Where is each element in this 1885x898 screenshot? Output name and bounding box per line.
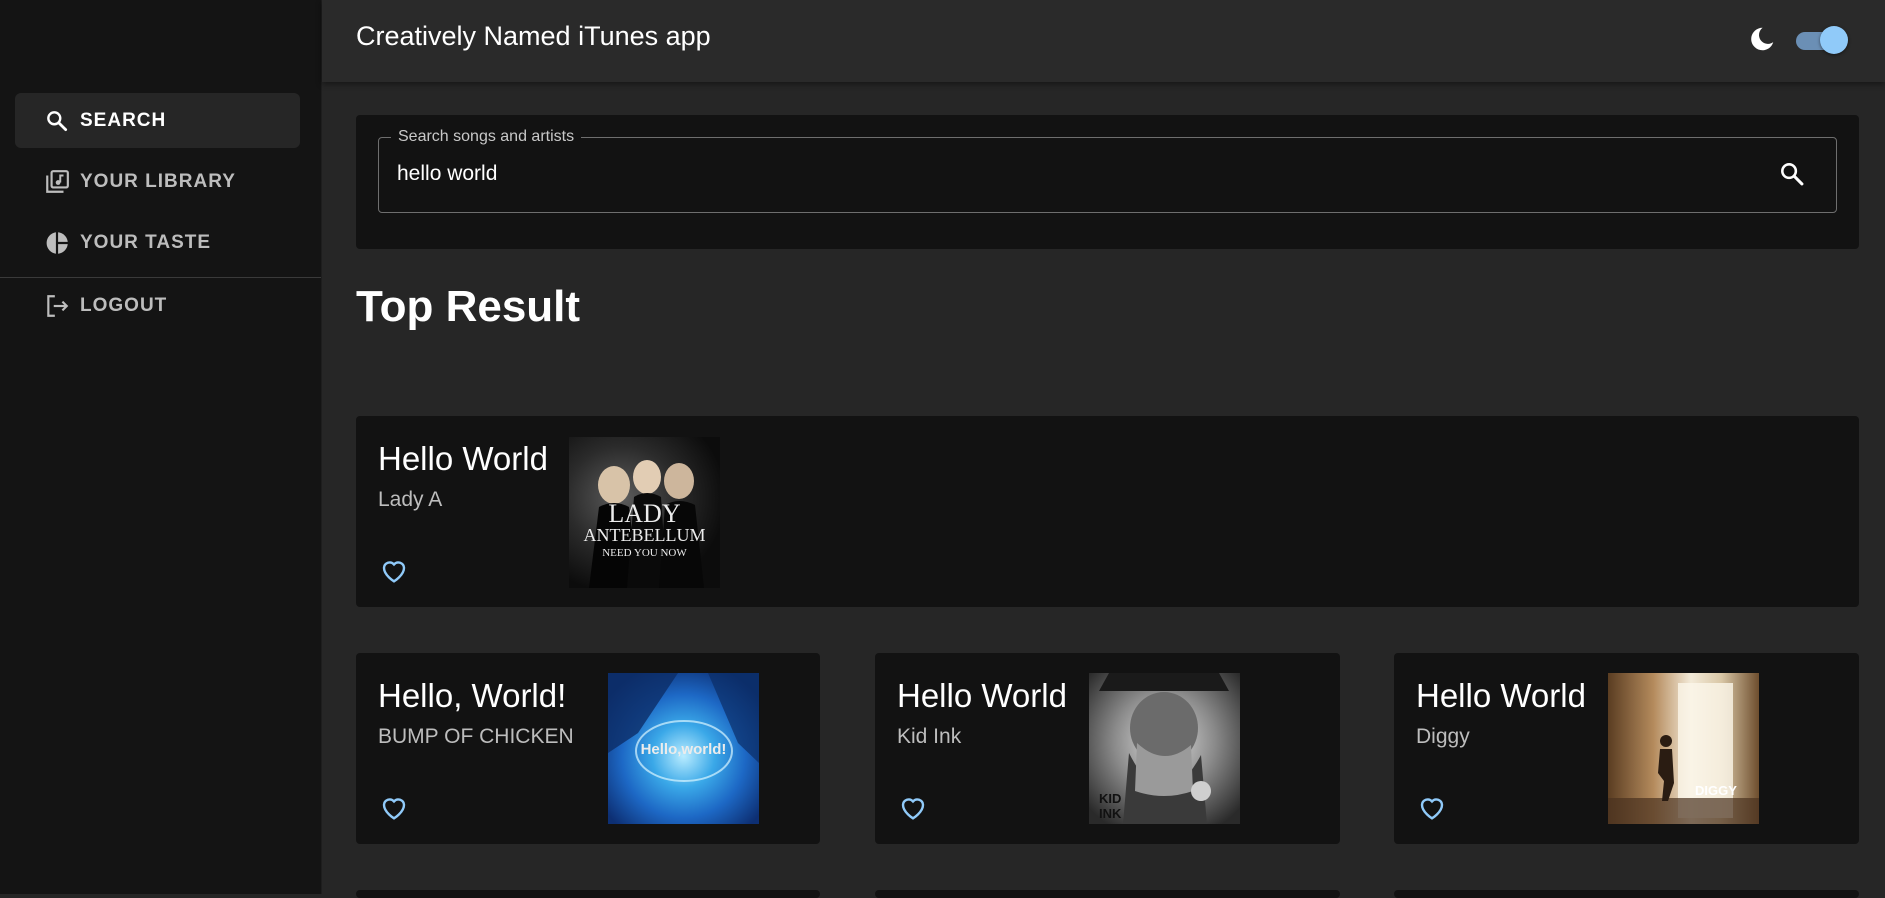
- sidebar-item-label: LOGOUT: [80, 294, 168, 316]
- logout-icon: [42, 291, 72, 321]
- result-card[interactable]: Hello World Diggy DIGGY: [1394, 653, 1859, 844]
- sidebar: SEARCH YOUR LIBRARY YOUR TASTE LOGOUT: [0, 0, 322, 894]
- song-artist: BUMP OF CHICKEN: [378, 725, 574, 748]
- app-header: Creatively Named iTunes app: [322, 0, 1885, 82]
- artwork-text: KID INK: [1099, 791, 1122, 821]
- heart-outline-icon: [382, 561, 406, 583]
- top-result-heading: Top Result: [356, 282, 581, 331]
- song-artist: Kid Ink: [897, 725, 962, 748]
- sidebar-item-your-taste[interactable]: YOUR TASTE: [15, 215, 300, 270]
- dark-mode-toggle[interactable]: [1794, 25, 1848, 54]
- heart-outline-icon: [382, 798, 406, 820]
- result-card[interactable]: Hello, World! BUMP OF CHICKEN Hello,worl…: [356, 653, 820, 844]
- artwork-text-line2: ANTEBELLUM: [583, 525, 706, 545]
- result-card-partial: [1394, 890, 1859, 898]
- sidebar-item-label: YOUR TASTE: [80, 231, 212, 253]
- result-card-partial: [875, 890, 1340, 898]
- search-field[interactable]: Search songs and artists: [378, 128, 1837, 213]
- favorite-button[interactable]: [378, 791, 410, 823]
- result-card[interactable]: Hello World Kid Ink KID INK: [875, 653, 1340, 844]
- result-card-partial: [356, 890, 820, 898]
- favorite-button[interactable]: [1416, 791, 1448, 823]
- search-label: Search songs and artists: [391, 128, 582, 146]
- top-result-card[interactable]: Hello World Lady A LADY ANTEBELLUM NEED …: [356, 416, 1859, 607]
- toggle-thumb: [1820, 26, 1848, 54]
- heart-outline-icon: [1420, 798, 1444, 820]
- song-title: Hello World: [897, 677, 1067, 714]
- song-title: Hello World: [378, 440, 548, 477]
- artwork-text-line3: NEED YOU NOW: [602, 547, 687, 559]
- sidebar-item-label: YOUR LIBRARY: [80, 170, 236, 192]
- album-artwork: KID INK: [1089, 673, 1240, 824]
- artwork-text: DIGGY: [1695, 783, 1737, 798]
- sidebar-item-search[interactable]: SEARCH: [15, 93, 300, 148]
- search-input[interactable]: [397, 158, 1757, 190]
- song-artist: Diggy: [1416, 725, 1470, 748]
- pie-chart-icon: [42, 228, 72, 258]
- sidebar-item-logout[interactable]: LOGOUT: [15, 278, 300, 333]
- song-title: Hello World: [1416, 677, 1586, 714]
- app-title: Creatively Named iTunes app: [356, 21, 711, 51]
- album-artwork: DIGGY: [1608, 673, 1759, 824]
- search-panel: Search songs and artists: [356, 115, 1859, 249]
- artwork-text: Hello,world!: [640, 741, 727, 758]
- heart-outline-icon: [901, 798, 925, 820]
- search-icon: [42, 106, 72, 136]
- search-button[interactable]: [1774, 156, 1810, 192]
- album-artwork: LADY ANTEBELLUM NEED YOU NOW: [569, 437, 720, 588]
- moon-icon: [1747, 24, 1777, 54]
- sidebar-item-label: SEARCH: [80, 109, 167, 131]
- album-artwork: Hello,world!: [608, 673, 759, 824]
- song-title: Hello, World!: [378, 677, 567, 714]
- sidebar-item-your-library[interactable]: YOUR LIBRARY: [15, 154, 300, 209]
- favorite-button[interactable]: [897, 791, 929, 823]
- favorite-button[interactable]: [378, 554, 410, 586]
- library-music-icon: [42, 167, 72, 197]
- song-artist: Lady A: [378, 488, 443, 511]
- search-icon: [1781, 163, 1804, 186]
